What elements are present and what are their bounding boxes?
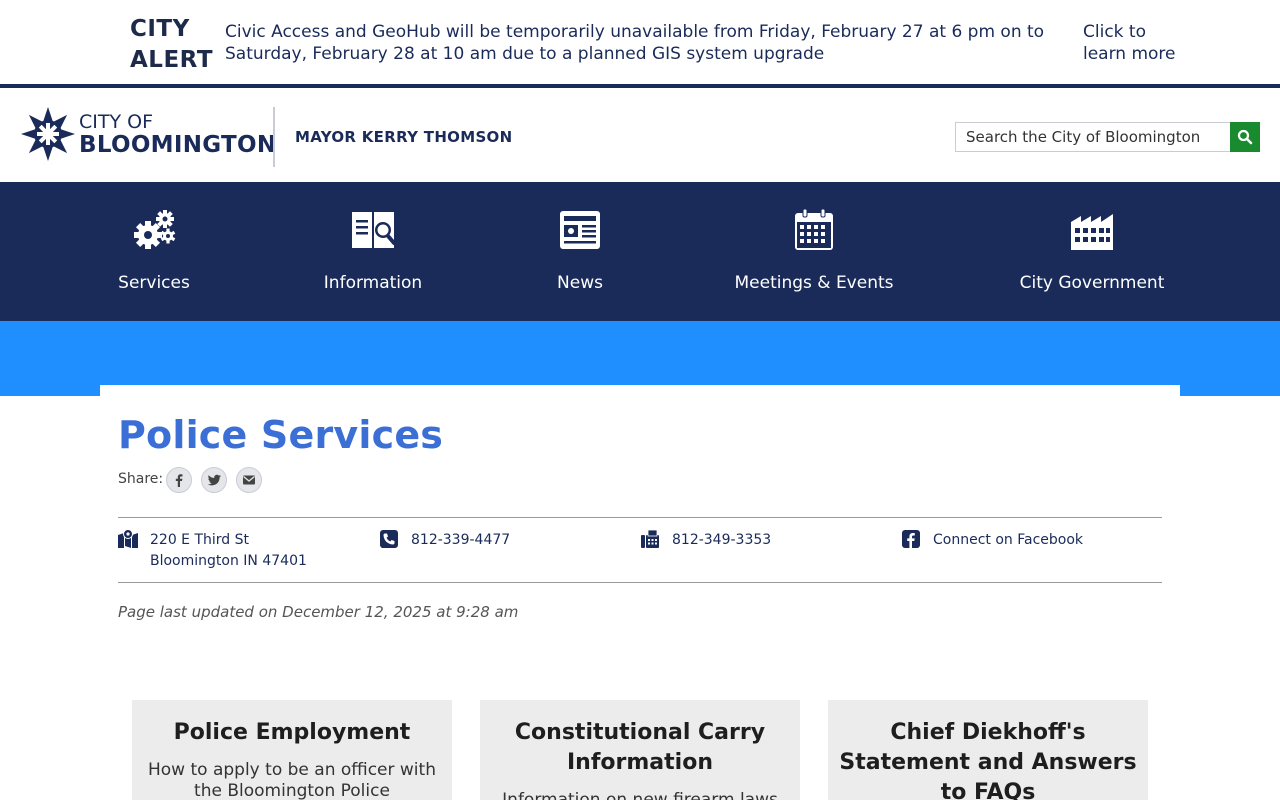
twitter-icon [207,474,221,486]
magnifier-icon [1237,129,1253,145]
nav-label: Information [323,273,423,293]
page-title: Police Services [118,413,444,457]
map-marker-icon [118,529,138,548]
newspaper-icon [560,211,600,249]
address-item: 220 E Third St Bloomington IN 47401 [118,528,368,572]
nav-label: News [557,273,603,293]
card-chief-statement[interactable]: Chief Diekhoff's Statement and Answers t… [828,700,1148,800]
share-label: Share: [118,471,164,487]
contact-info: 220 E Third St Bloomington IN 47401 812-… [118,517,1162,583]
nav-item-news[interactable]: News [540,182,620,321]
card-title: Constitutional Carry Information [514,720,766,775]
alert-learn-more-link[interactable]: Click to learn more [1083,21,1193,65]
main-content: Police Services Share: 220 E Third St Bl… [100,385,1180,800]
main-nav: Services Information News Meetings & Eve… [0,182,1280,321]
card-description: How to apply to be an officer with the B… [148,760,436,800]
nav-item-information[interactable]: Information [312,182,434,321]
nav-label: City Government [1019,273,1165,293]
logo-city-of: CITY OF [79,111,154,133]
card-constitutional-carry[interactable]: Constitutional Carry Information Informa… [480,700,800,800]
address-line1: 220 E Third St [150,532,250,548]
alert-title: CITY ALERT [130,16,214,73]
facebook-icon [175,474,183,487]
search-button[interactable] [1230,122,1260,152]
city-logo[interactable]: CITY OF BLOOMINGTON [20,106,276,166]
card-title: Police Employment [173,720,411,745]
city-alert-bar: CITY ALERT Civic Access and GeoHub will … [0,0,1280,88]
facebook-square-icon [902,530,920,548]
fax-number: 812-349-3353 [672,532,772,548]
nav-item-city-government[interactable]: City Government [1010,182,1174,321]
last-updated: Page last updated on December 12, 2025 a… [118,603,519,621]
site-search [955,122,1260,152]
phone-number[interactable]: 812-339-4477 [411,530,510,551]
nav-label: Meetings & Events [734,273,894,293]
share-facebook-button[interactable] [166,467,192,493]
share-twitter-button[interactable] [201,467,227,493]
card-title: Chief Diekhoff's Statement and Answers t… [839,720,1137,800]
logo-bloomington: BLOOMINGTON [79,132,277,158]
search-input[interactable] [955,122,1231,152]
card-description: Information on new firearm laws [502,790,778,800]
share-email-button[interactable] [236,467,262,493]
facebook-link[interactable]: Connect on Facebook [933,530,1083,551]
nav-item-services[interactable]: Services [104,182,204,321]
site-header: CITY OF BLOOMINGTON MAYOR KERRY THOMSON [0,92,1280,182]
building-icon [1071,214,1113,250]
address-line2: Bloomington IN 47401 [150,553,307,569]
nav-item-meetings-events[interactable]: Meetings & Events [722,182,906,321]
mayor-link[interactable]: MAYOR KERRY THOMSON [295,128,512,146]
card-police-employment[interactable]: Police Employment How to apply to be an … [132,700,452,800]
phone-icon [380,530,398,548]
book-search-icon [352,212,396,248]
calendar-icon [795,208,833,250]
fax-item: 812-349-3353 [640,528,840,572]
gears-icon [134,210,176,249]
facebook-item[interactable]: Connect on Facebook [901,528,1121,572]
fax-icon [641,529,659,548]
bloomington-star-icon [21,107,75,161]
header-divider [273,107,275,167]
phone-item[interactable]: 812-339-4477 [379,528,579,572]
alert-message: Civic Access and GeoHub will be temporar… [225,22,1045,64]
nav-label: Services [118,273,190,293]
email-icon [243,475,255,485]
